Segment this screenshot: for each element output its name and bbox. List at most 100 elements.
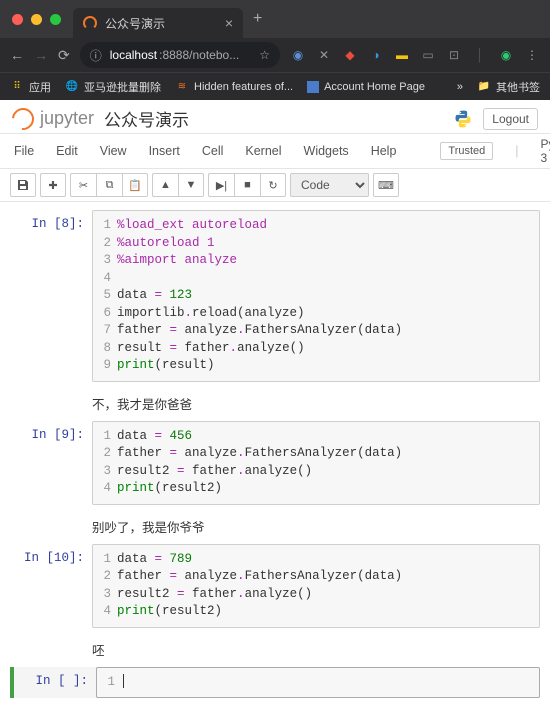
notebook-area: In [8]:1%load_ext autoreload2%autoreload…: [0, 202, 550, 724]
close-window-icon[interactable]: [12, 14, 23, 25]
copy-button[interactable]: ⧉: [96, 173, 122, 197]
bookmarks-more-icon[interactable]: »: [457, 81, 463, 93]
star-icon[interactable]: ☆: [259, 48, 270, 62]
interrupt-button[interactable]: ■: [234, 173, 260, 197]
code-line: print(result): [117, 357, 215, 375]
code-cell[interactable]: In [10]:1data = 7892father = analyze.Fat…: [10, 544, 540, 628]
line-number: 1: [97, 674, 121, 692]
restart-button[interactable]: ↻: [260, 173, 286, 197]
menu-help[interactable]: Help: [371, 144, 397, 158]
input-prompt: In [ ]:: [14, 667, 96, 699]
command-palette-button[interactable]: ⌨: [373, 173, 399, 197]
code-line: father = analyze.FathersAnalyzer(data): [117, 322, 402, 340]
paste-button[interactable]: 📋: [122, 173, 148, 197]
line-number: 8: [93, 340, 117, 358]
code-line: print(result2): [117, 480, 222, 498]
input-prompt: In [10]:: [10, 544, 92, 628]
line-number: 1: [93, 217, 117, 235]
bookmark-item-2[interactable]: ≋ Hidden features of...: [175, 80, 293, 94]
back-icon[interactable]: ←: [10, 47, 24, 63]
code-input[interactable]: 1data = 4562father = analyze.FathersAnal…: [92, 421, 540, 505]
output-row: 别吵了，我是你爷爷: [10, 511, 540, 538]
line-number: 4: [93, 270, 117, 288]
line-number: 1: [93, 551, 117, 569]
move-up-button[interactable]: ▲: [152, 173, 178, 197]
maximize-window-icon[interactable]: [50, 14, 61, 25]
menu-widgets[interactable]: Widgets: [304, 144, 349, 158]
cut-copy-paste-group: ✂ ⧉ 📋: [70, 173, 148, 197]
code-line: %aimport analyze: [117, 252, 237, 270]
code-input[interactable]: 1: [96, 667, 540, 699]
jupyter-header: jupyter 公众号演示 Logout: [0, 100, 550, 134]
menu-insert[interactable]: Insert: [149, 144, 180, 158]
other-bookmarks-button[interactable]: 📁 其他书签: [477, 79, 540, 95]
code-cell[interactable]: In [8]:1%load_ext autoreload2%autoreload…: [10, 210, 540, 382]
apps-label: 应用: [29, 79, 51, 95]
menu-cell[interactable]: Cell: [202, 144, 224, 158]
code-line: data = 789: [117, 551, 192, 569]
ext-icon-5[interactable]: ▬: [394, 47, 410, 63]
code-input[interactable]: 1%load_ext autoreload2%autoreload 13%aim…: [92, 210, 540, 382]
reload-icon[interactable]: ⟳: [58, 47, 70, 64]
apps-button[interactable]: ⠿ 应用: [10, 79, 51, 95]
logout-button[interactable]: Logout: [483, 108, 538, 130]
menu-file[interactable]: File: [14, 144, 34, 158]
new-tab-button[interactable]: +: [253, 10, 262, 28]
run-button[interactable]: ▶|: [208, 173, 234, 197]
ext-icon-1[interactable]: ◉: [290, 47, 306, 63]
ext-icon-3[interactable]: ◆: [342, 47, 358, 63]
notebook-title[interactable]: 公众号演示: [104, 106, 189, 131]
url-path: :8888/notebo...: [159, 48, 239, 62]
line-number: 1: [93, 428, 117, 446]
ext-icon-6[interactable]: ▭: [420, 47, 436, 63]
output-prompt: [10, 388, 92, 415]
celltype-select[interactable]: Code: [290, 173, 369, 197]
trusted-badge[interactable]: Trusted: [440, 142, 493, 160]
ext-icon-7[interactable]: ⊡: [446, 47, 462, 63]
move-down-button[interactable]: ▼: [178, 173, 204, 197]
tab-title: 公众号演示: [105, 15, 165, 32]
code-line: result2 = father.analyze(): [117, 463, 312, 481]
save-button[interactable]: [10, 173, 36, 197]
bookmarks-bar: ⠿ 应用 🌐 亚马逊批量删除 ≋ Hidden features of... A…: [0, 72, 550, 100]
code-cell[interactable]: In [9]:1data = 4562father = analyze.Fath…: [10, 421, 540, 505]
apps-grid-icon: ⠿: [10, 80, 24, 94]
cell-output: 别吵了，我是你爷爷: [92, 511, 540, 538]
ext-divider: │: [472, 47, 488, 63]
ext-icon-8[interactable]: ◉: [498, 47, 514, 63]
bookmark-item-1[interactable]: 🌐 亚马逊批量删除: [65, 79, 161, 95]
ext-icon-4[interactable]: ◑: [368, 47, 384, 63]
line-number: 2: [93, 568, 117, 586]
forward-icon[interactable]: →: [34, 47, 48, 63]
bookmark-label: 亚马逊批量删除: [84, 79, 161, 95]
close-tab-icon[interactable]: ×: [225, 15, 233, 31]
browser-tab[interactable]: 公众号演示 ×: [73, 8, 243, 38]
code-line: %load_ext autoreload: [117, 217, 267, 235]
code-input[interactable]: 1data = 7892father = analyze.FathersAnal…: [92, 544, 540, 628]
ext-icon-2[interactable]: ✕: [316, 47, 332, 63]
url-bar[interactable]: ⓘ localhost :8888/notebo... ☆: [80, 42, 280, 68]
minimize-window-icon[interactable]: [31, 14, 42, 25]
cut-button[interactable]: ✂: [70, 173, 96, 197]
code-line: %autoreload 1: [117, 235, 215, 253]
jupyter-toolbar: ✚ ✂ ⧉ 📋 ▲ ▼ ▶| ■ ↻ Code ⌨: [0, 169, 550, 202]
menu-view[interactable]: View: [100, 144, 127, 158]
text-cursor: [123, 674, 124, 688]
code-line: importlib.reload(analyze): [117, 305, 305, 323]
menu-kernel[interactable]: Kernel: [245, 144, 281, 158]
insert-cell-button[interactable]: ✚: [40, 173, 66, 197]
browser-menu-icon[interactable]: ⋮: [524, 47, 540, 63]
line-number: 4: [93, 480, 117, 498]
site-info-icon[interactable]: ⓘ: [90, 47, 102, 64]
jupyter-brand: jupyter: [40, 108, 94, 129]
line-number: 3: [93, 463, 117, 481]
menu-edit[interactable]: Edit: [56, 144, 78, 158]
jupyter-logo[interactable]: jupyter: [12, 108, 94, 130]
bookmark-item-3[interactable]: Account Home Page: [307, 81, 425, 93]
input-prompt: In [9]:: [10, 421, 92, 505]
kernel-name[interactable]: Python 3: [541, 137, 550, 165]
code-cell[interactable]: In [ ]:1: [10, 667, 540, 699]
output-row: 呸: [10, 634, 540, 661]
other-bookmarks-label: 其他书签: [496, 79, 540, 95]
cell-output: 呸: [92, 634, 540, 661]
